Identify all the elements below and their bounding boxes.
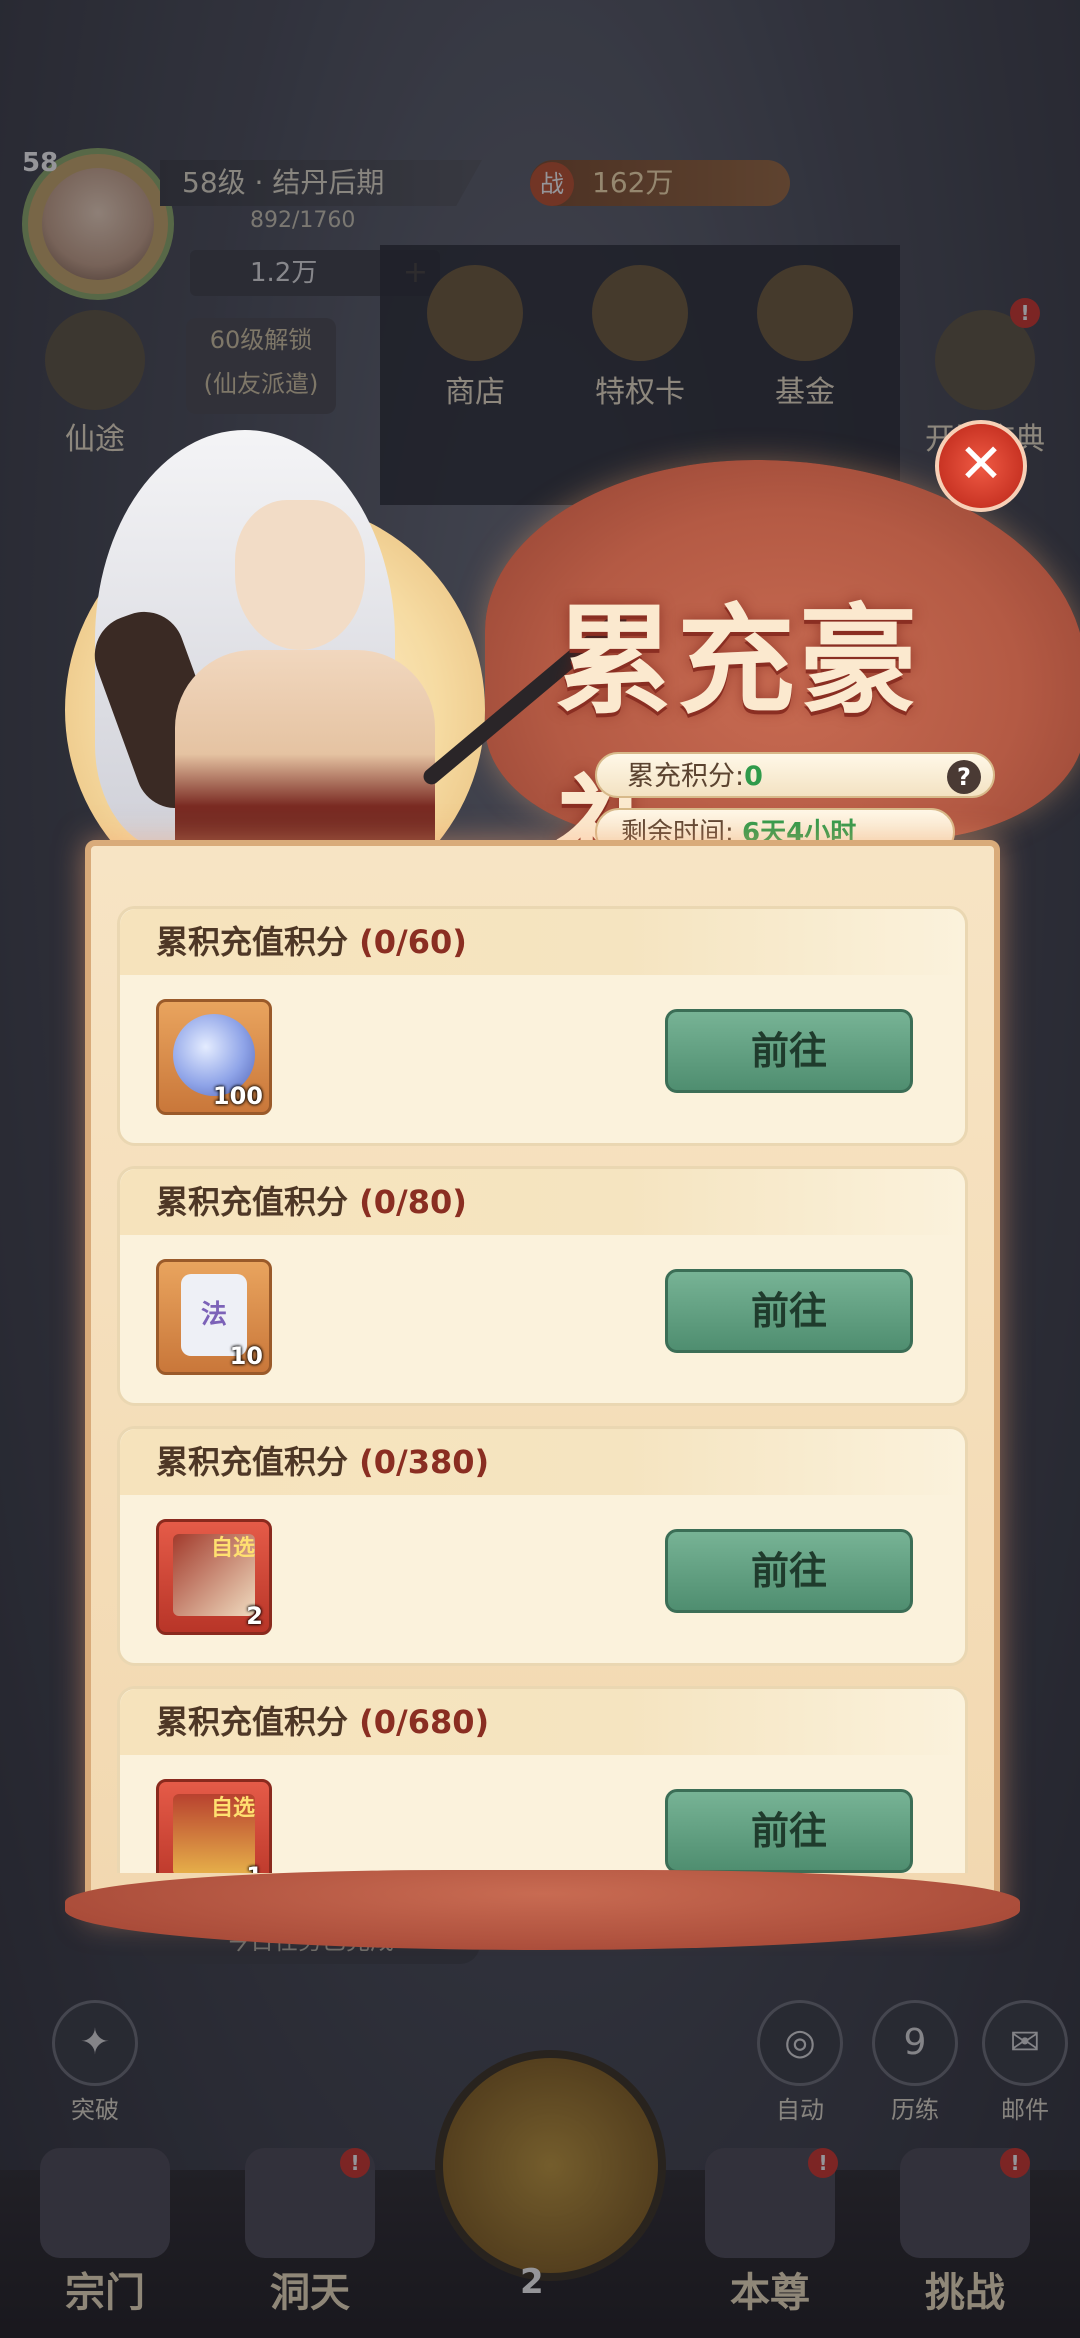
item-count: 10 [229,1342,263,1370]
task-title: 累积充值积分 (0/680) [120,1689,965,1755]
task-title: 累积充值积分 (0/380) [120,1429,965,1495]
recharge-points: 累充积分:0 ? [595,752,995,798]
recharge-gift-popup: 累充豪礼 ✕ 累充积分:0 ? 剩余时间: 6天4小时 累积充值积分 (0/60… [65,420,1080,1950]
reward-item[interactable]: 100 [156,999,272,1115]
select-scroll-icon: 自选 [173,1534,255,1616]
task-progress: (0/380) [359,1443,490,1481]
close-icon: ✕ [958,432,1004,495]
task-progress: (0/80) [359,1183,467,1221]
task-progress: (0/680) [359,1703,490,1741]
item-count: 1 [246,1862,263,1873]
task-panel: 累积充值积分 (0/60) 100 前往 累积充值积分 (0/80) 法 10 … [85,840,1000,1920]
task-card: 累积充值积分 (0/680) 自选 1 前往 [117,1686,968,1873]
task-card: 累积充值积分 (0/380) 自选 2 前往 [117,1426,968,1666]
go-button[interactable]: 前往 [665,1269,913,1353]
points-value: 0 [744,761,763,792]
task-card: 累积充值积分 (0/60) 100 前往 [117,906,968,1146]
go-button[interactable]: 前往 [665,1789,913,1873]
select-chest-icon: 自选 [173,1794,255,1873]
task-card: 累积充值积分 (0/80) 法 10 前往 [117,1166,968,1406]
item-count: 2 [246,1602,263,1630]
panel-bottom-cloud [65,1870,1020,1950]
task-title: 累积充值积分 (0/80) [120,1169,965,1235]
item-count: 100 [212,1082,263,1110]
character-face [235,500,365,650]
go-button[interactable]: 前往 [665,1529,913,1613]
reward-item[interactable]: 自选 1 [156,1779,272,1873]
reward-item[interactable]: 自选 2 [156,1519,272,1635]
task-progress: (0/60) [359,923,467,961]
go-button[interactable]: 前往 [665,1009,913,1093]
task-list[interactable]: 累积充值积分 (0/60) 100 前往 累积充值积分 (0/80) 法 10 … [117,906,968,1873]
reward-item[interactable]: 法 10 [156,1259,272,1375]
help-icon[interactable]: ? [947,760,981,794]
close-button[interactable]: ✕ [935,420,1027,512]
task-title: 累积充值积分 (0/60) [120,909,965,975]
